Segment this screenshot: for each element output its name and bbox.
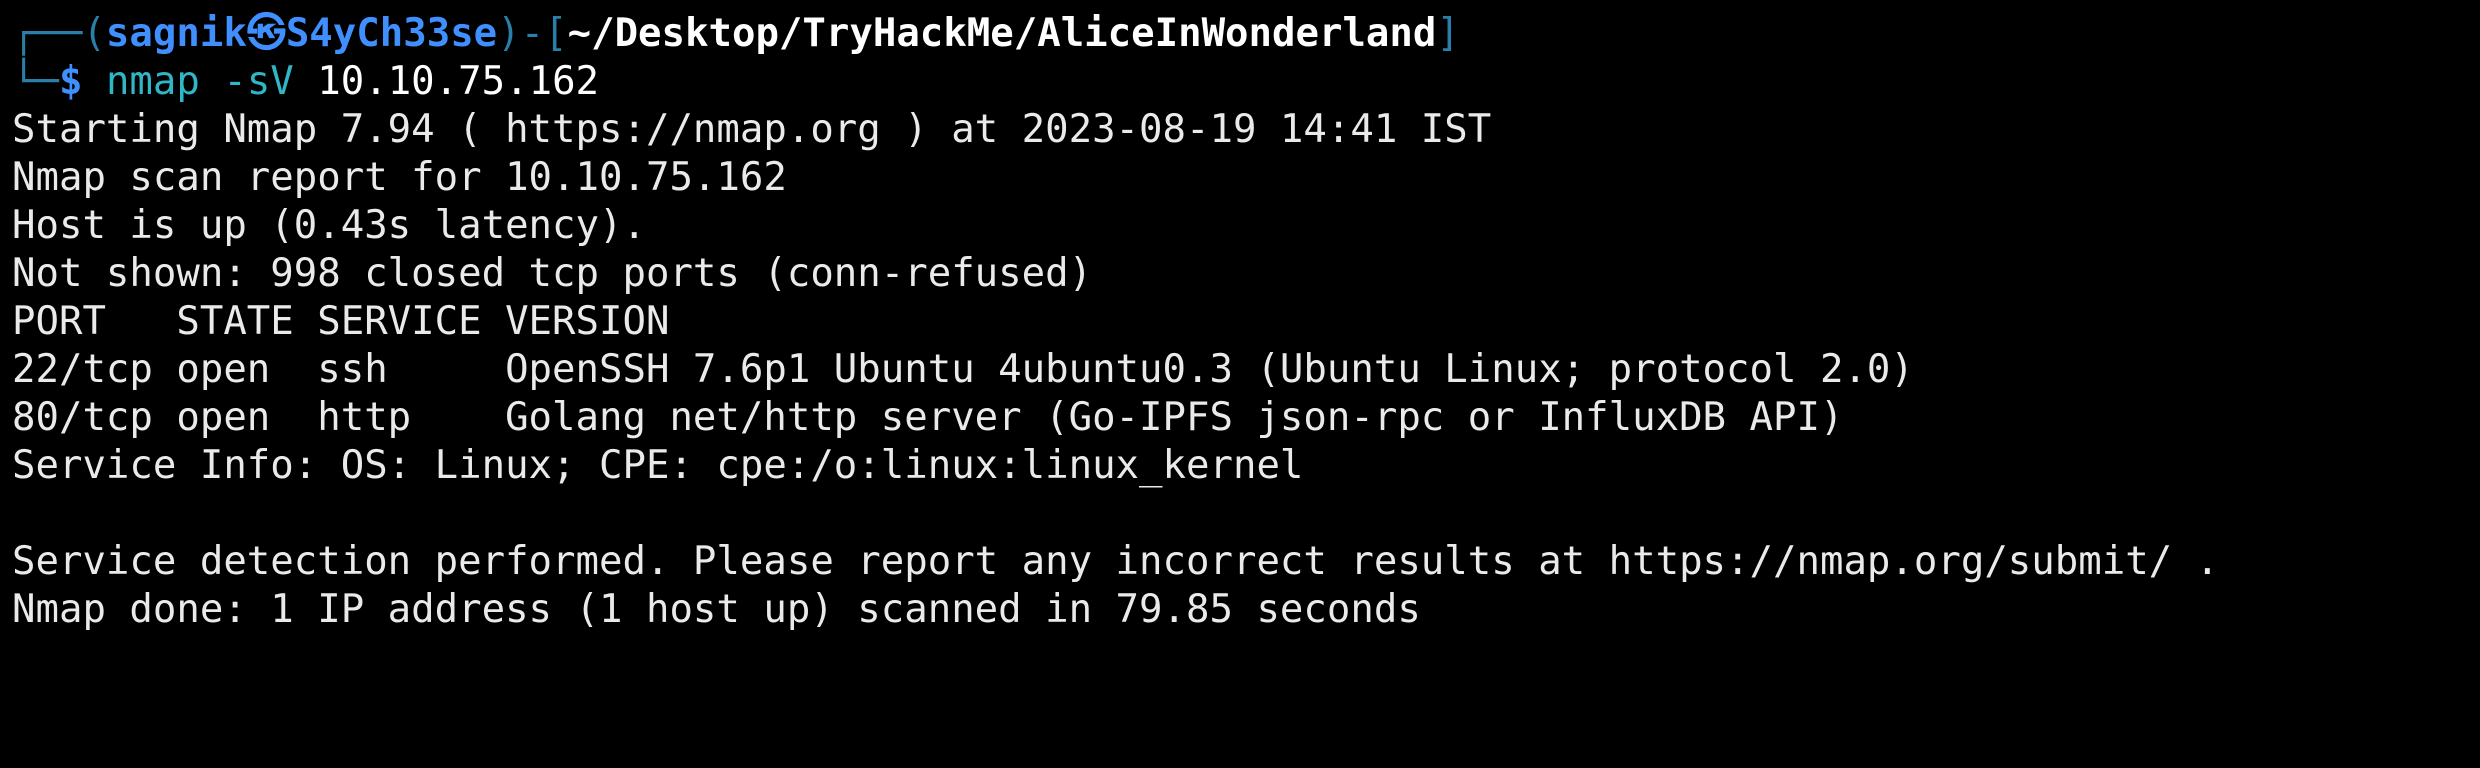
output-line-nmap-done: Nmap done: 1 IP address (1 host up) scan… — [12, 587, 1421, 632]
output-port-row-http: 80/tcp open http Golang net/http server … — [12, 395, 1844, 440]
prompt-working-directory: ~/Desktop/TryHackMe/AliceInWonderland — [567, 11, 1437, 56]
prompt-hostname: S4yCh33se — [285, 11, 498, 56]
prompt-dollar-sign: $ — [58, 59, 83, 104]
prompt-frame-left: ┌──( — [12, 11, 106, 56]
output-port-table-header: PORT STATE SERVICE VERSION — [12, 299, 670, 344]
output-line-detection-notice: Service detection performed. Please repo… — [12, 539, 2220, 584]
skull-icon: ㉿ — [246, 11, 286, 56]
prompt-header-line: ┌──(sagnik㉿S4yCh33se)-[~/Desktop/TryHack… — [12, 10, 1460, 58]
command-text: nmap -sV — [105, 59, 294, 104]
output-line-start: Starting Nmap 7.94 ( https://nmap.org ) … — [12, 107, 1492, 152]
command-target: 10.10.75.162 — [317, 59, 600, 104]
prompt-frame-bottom: └─ — [12, 59, 59, 104]
prompt-frame-mid: )-[ — [497, 11, 568, 56]
output-line-service-info: Service Info: OS: Linux; CPE: cpe:/o:lin… — [12, 443, 1304, 488]
terminal-window[interactable]: ┌──(sagnik㉿S4yCh33se)-[~/Desktop/TryHack… — [0, 0, 2480, 674]
command-line[interactable]: └─$ nmap -sV 10.10.75.162 — [12, 58, 599, 106]
prompt-frame-right: ] — [1436, 11, 1460, 56]
output-line-host-up: Host is up (0.43s latency). — [12, 203, 646, 248]
prompt-username: sagnik — [105, 11, 247, 56]
output-line-not-shown: Not shown: 998 closed tcp ports (conn-re… — [12, 251, 1093, 296]
output-port-row-ssh: 22/tcp open ssh OpenSSH 7.6p1 Ubuntu 4ub… — [12, 347, 1914, 392]
output-line-report: Nmap scan report for 10.10.75.162 — [12, 155, 787, 200]
